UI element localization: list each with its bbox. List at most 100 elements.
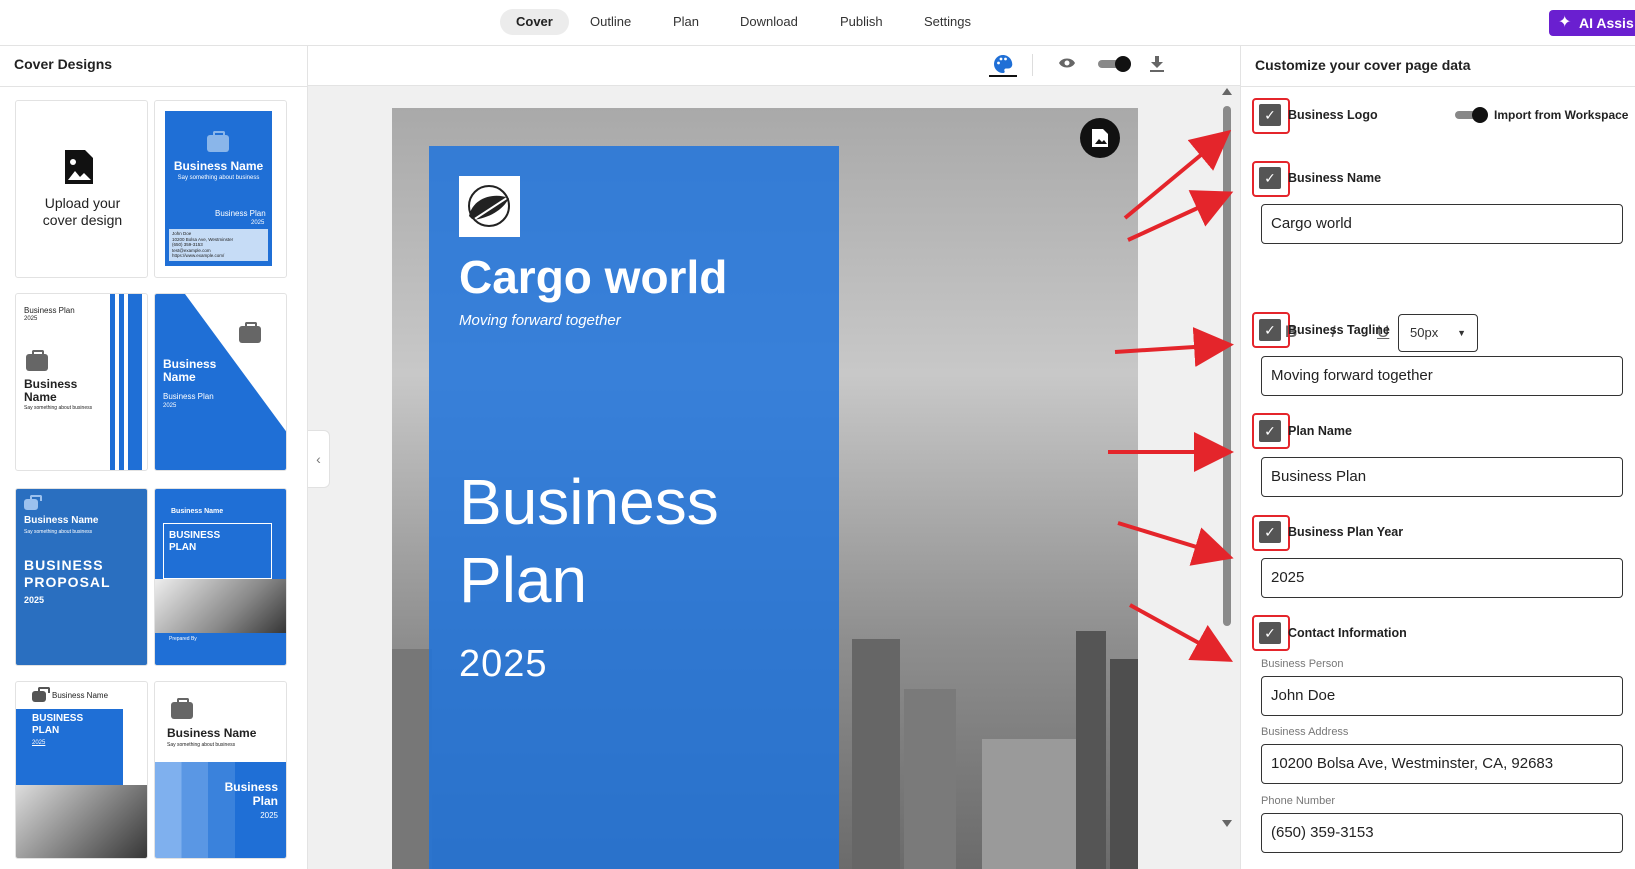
panel-title: Cover Designs <box>14 56 113 72</box>
template-photo <box>155 579 286 633</box>
font-size-select[interactable]: 50px ▼ <box>1398 314 1478 352</box>
business-address-label: Business Address <box>1261 726 1349 738</box>
template-name: Business Name <box>163 357 217 384</box>
plan-year-input[interactable]: 2025 <box>1261 558 1623 598</box>
template-plan: Business Plan <box>215 209 266 218</box>
font-size-value: 50px <box>1410 325 1439 340</box>
phone-number-input[interactable]: (650) 359-3153 <box>1261 813 1623 853</box>
active-indicator <box>989 75 1017 77</box>
plan-name-label: Plan Name <box>1288 424 1352 438</box>
building <box>1110 659 1138 869</box>
check-icon: ✓ <box>1264 524 1276 540</box>
collapse-panel-button[interactable]: ‹ <box>308 430 330 488</box>
template-title: BUSINESS PLAN <box>32 713 84 736</box>
business-tagline-checkbox[interactable]: ✓ <box>1259 319 1281 341</box>
business-logo[interactable] <box>459 176 520 237</box>
template-tagline: Say something about business <box>24 405 93 411</box>
preview-area: Cargo world Moving forward together Busi… <box>308 46 1240 869</box>
cover-template-4[interactable]: Business Name Say something about busine… <box>15 488 148 666</box>
cover-template-1[interactable]: Business Name Say something about busine… <box>154 100 287 278</box>
business-tagline-input[interactable]: Moving forward together <box>1261 356 1623 396</box>
briefcase-icon <box>239 322 261 343</box>
building <box>852 639 900 869</box>
template-year: 2025 <box>251 220 265 226</box>
cover-template-6[interactable]: Business Name BUSINESS PLAN 2025 <box>15 681 148 859</box>
briefcase-icon <box>26 350 48 371</box>
template-contact-box: John Doe 10200 Bolsa Ave, Westminster (6… <box>169 229 268 261</box>
chevron-left-icon: ‹ <box>316 451 321 467</box>
cover-business-name: Cargo world <box>459 251 728 303</box>
cover-tagline: Moving forward together <box>459 312 621 329</box>
change-image-button[interactable] <box>1080 118 1120 158</box>
briefcase-icon <box>24 495 42 510</box>
stripe <box>119 294 124 470</box>
cover-template-2[interactable]: Business Plan 2025 Business Name Say som… <box>15 293 148 471</box>
plan-name-checkbox[interactable]: ✓ <box>1259 420 1281 442</box>
panel-title: Customize your cover page data <box>1255 57 1471 73</box>
cover-template-5[interactable]: Business Name BUSINESS PLAN Prepared By <box>154 488 287 666</box>
template-tagline: Say something about business <box>24 529 93 535</box>
import-workspace-toggle[interactable] <box>1455 107 1488 123</box>
check-icon: ✓ <box>1264 170 1276 186</box>
building <box>392 649 432 869</box>
business-name-checkbox[interactable]: ✓ <box>1259 167 1281 189</box>
contact-line: https://www.example.com/ <box>172 253 225 258</box>
caret-down-icon: ▼ <box>1457 328 1466 338</box>
template-year: 2025 <box>163 403 177 409</box>
template-title: BUSINESS PLAN <box>169 530 221 553</box>
tab-download[interactable]: Download <box>724 9 814 35</box>
business-address-input[interactable]: 10200 Bolsa Ave, Westminster, CA, 92683 <box>1261 744 1623 784</box>
palette-icon[interactable] <box>992 53 1014 75</box>
template-name: Business Name <box>24 515 99 526</box>
template-name: Business Name <box>24 377 78 404</box>
building <box>904 689 956 869</box>
eye-icon[interactable] <box>1058 57 1076 69</box>
tab-publish[interactable]: Publish <box>824 9 899 35</box>
upload-cover-design[interactable]: Upload your cover design <box>15 100 148 278</box>
cover-preview: Cargo world Moving forward together Busi… <box>392 108 1138 869</box>
plan-name-input[interactable]: Business Plan <box>1261 457 1623 497</box>
tab-settings[interactable]: Settings <box>908 9 987 35</box>
upload-label: Upload your cover design <box>42 195 123 228</box>
template-contact: John Doe 10200 Bolsa Ave, Westminster (6… <box>172 231 233 259</box>
preview-toolbar <box>308 46 1240 86</box>
plan-year-label: Business Plan Year <box>1288 525 1404 539</box>
stripe <box>128 294 142 470</box>
business-name-label: Business Name <box>1288 171 1382 185</box>
ai-assistant-button[interactable]: ✦ AI Assis <box>1549 10 1635 36</box>
cover-template-3[interactable]: Business Name Business Plan 2025 <box>154 293 287 471</box>
scroll-up-arrow[interactable] <box>1222 88 1232 95</box>
toggle-knob <box>1472 107 1488 123</box>
tab-outline[interactable]: Outline <box>574 9 647 35</box>
cover-blue-panel: Cargo world Moving forward together Busi… <box>429 146 839 869</box>
check-icon: ✓ <box>1264 625 1276 641</box>
cover-year: 2025 <box>459 643 548 685</box>
contact-info-checkbox[interactable]: ✓ <box>1259 622 1281 644</box>
top-navigation: Cover Outline Plan Download Publish Sett… <box>0 0 1635 46</box>
phone-number-label: Phone Number <box>1261 795 1335 807</box>
plan-year-checkbox[interactable]: ✓ <box>1259 521 1281 543</box>
template-name: Business Name <box>173 159 264 173</box>
template-title: BUSINESS PROPOSAL <box>24 557 111 590</box>
tab-plan[interactable]: Plan <box>657 9 715 35</box>
download-icon[interactable] <box>1150 56 1164 72</box>
divider <box>1241 86 1635 87</box>
business-logo-label: Business Logo <box>1288 108 1378 122</box>
template-plan: Business Plan <box>224 780 278 808</box>
business-person-input[interactable]: John Doe <box>1261 676 1623 716</box>
contact-info-label: Contact Information <box>1288 626 1407 640</box>
cover-template-7[interactable]: Business Name Say something about busine… <box>154 681 287 859</box>
template-name: Business Name <box>171 508 224 515</box>
template-tagline: Say something about business <box>177 175 260 181</box>
building <box>1076 631 1106 869</box>
business-name-input[interactable]: Cargo world <box>1261 204 1623 244</box>
template-name: Business Name <box>167 726 257 740</box>
scrollbar-thumb[interactable] <box>1223 106 1231 626</box>
preview-toggle[interactable] <box>1098 56 1131 72</box>
business-logo-checkbox[interactable]: ✓ <box>1259 104 1281 126</box>
scroll-down-arrow[interactable] <box>1222 820 1232 827</box>
tab-cover[interactable]: Cover <box>500 9 569 35</box>
briefcase-icon <box>207 131 229 152</box>
cover-plan-name: Business Plan <box>459 466 719 616</box>
sparkle-icon: ✦ <box>1558 14 1572 31</box>
